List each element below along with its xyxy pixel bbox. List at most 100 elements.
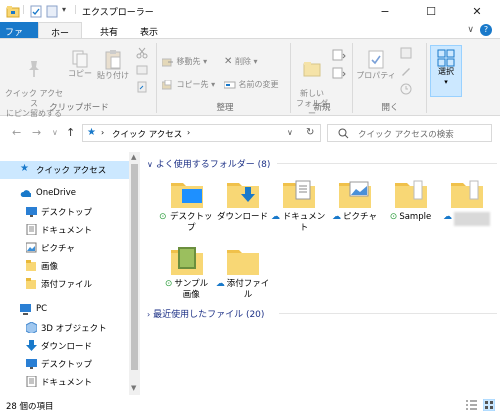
nav-item-pictures[interactable]: ピクチャ bbox=[0, 239, 129, 257]
nav-item-images[interactable]: 画像 bbox=[0, 257, 129, 275]
recent-files-title: 最近使用したファイル (20) bbox=[153, 310, 265, 320]
edit-icon[interactable] bbox=[400, 65, 412, 77]
nav-item-attachments[interactable]: 添付ファイル bbox=[0, 275, 129, 293]
nav-item-onedrive[interactable]: OneDrive bbox=[0, 185, 129, 203]
history-icon[interactable] bbox=[400, 83, 412, 95]
maximize-button[interactable]: ☐ bbox=[408, 0, 454, 22]
address-bar[interactable]: ★ › クイック アクセス › ∨ ↻ bbox=[82, 124, 321, 142]
refresh-icon[interactable]: ↻ bbox=[306, 127, 314, 138]
new-folder-icon bbox=[303, 62, 321, 77]
scroll-up-icon[interactable]: ▲ bbox=[131, 153, 136, 161]
new-item-icon[interactable] bbox=[332, 49, 346, 61]
nav-item-pc[interactable]: PC bbox=[0, 301, 129, 319]
copy-button[interactable]: コピー bbox=[66, 49, 94, 79]
properties-button[interactable]: プロパティ bbox=[356, 49, 396, 81]
properties-check-icon[interactable] bbox=[30, 5, 42, 18]
nav-item-label: PC bbox=[36, 304, 48, 314]
rename-button[interactable]: 名前の変更 bbox=[223, 79, 279, 90]
paste-shortcut-icon[interactable] bbox=[136, 81, 148, 93]
paste-button[interactable]: 貼り付け bbox=[96, 49, 130, 81]
back-arrow-icon[interactable]: ← bbox=[12, 126, 21, 139]
folder-tile-desktop[interactable]: ⊙ デスクトップ bbox=[159, 177, 214, 234]
scrollbar-thumb[interactable] bbox=[131, 164, 138, 370]
minimize-button[interactable]: − bbox=[362, 0, 408, 22]
copy-to-button[interactable]: コピー先 ▾ bbox=[161, 79, 215, 90]
group-separator bbox=[426, 43, 427, 113]
ribbon-collapse-icon[interactable]: ∨ bbox=[467, 25, 474, 35]
status-bar: 28 個の項目 bbox=[0, 395, 500, 415]
details-view-icon[interactable] bbox=[466, 400, 477, 410]
expand-chevron-icon: › bbox=[147, 310, 151, 319]
frequent-folders-title: よく使用するフォルダー (8) bbox=[155, 160, 271, 170]
scroll-down-icon[interactable]: ▼ bbox=[131, 384, 136, 392]
ribbon-tabs: ファイル ホーム 共有 表示 ∨ ? bbox=[0, 22, 500, 52]
group-separator bbox=[290, 43, 291, 113]
breadcrumb-quick-access[interactable]: クイック アクセス bbox=[112, 128, 182, 140]
nav-item-3d-objects[interactable]: 3D オブジェクト bbox=[0, 319, 129, 337]
nav-item-label: 添付ファイル bbox=[41, 280, 93, 290]
path-separator: › bbox=[187, 128, 191, 137]
cloud-status-icon: ☁ bbox=[215, 279, 225, 289]
new-folder-quick-icon[interactable] bbox=[46, 5, 58, 18]
move-to-button[interactable]: 移動先 ▾ bbox=[161, 56, 207, 67]
close-button[interactable]: ✕ bbox=[454, 0, 500, 22]
separator: | bbox=[74, 5, 78, 15]
folder-icon bbox=[26, 260, 36, 271]
nav-item-pc-desktop[interactable]: デスクトップ bbox=[0, 355, 129, 373]
blurred-folder-name bbox=[454, 212, 490, 226]
cloud-status-icon: ☁ bbox=[332, 212, 342, 222]
help-icon[interactable]: ? bbox=[480, 24, 492, 36]
copy-to-icon bbox=[161, 79, 172, 89]
download-icon bbox=[26, 340, 37, 351]
folder-icon bbox=[26, 278, 36, 289]
folder-tile-pictures[interactable]: ☁ ピクチャ bbox=[327, 177, 382, 223]
tab-share[interactable]: 共有 bbox=[92, 22, 126, 39]
tab-home[interactable]: ホーム bbox=[38, 22, 82, 52]
delete-icon: ✕ bbox=[224, 56, 233, 67]
folder-tile-blurred[interactable]: ☁ bbox=[439, 177, 494, 226]
address-dropdown-icon[interactable]: ∨ bbox=[287, 128, 293, 137]
recent-locations-icon[interactable]: ∨ bbox=[52, 128, 58, 137]
delete-label: 削除 ▾ bbox=[234, 57, 258, 66]
select-label: 選択 bbox=[438, 67, 454, 76]
nav-item-documents[interactable]: ドキュメント bbox=[0, 221, 129, 239]
large-icons-view-icon[interactable] bbox=[483, 399, 495, 411]
customize-quick-access-icon[interactable]: ▾ bbox=[62, 5, 66, 14]
folder-name: 添付ファイ ル bbox=[226, 279, 270, 300]
navigation-pane: ★ クイック アクセス OneDrive デスクトップ ドキュメント ピクチャ … bbox=[0, 152, 140, 395]
nav-item-downloads[interactable]: ダウンロード bbox=[0, 337, 129, 355]
delete-button[interactable]: ✕ 削除 ▾ bbox=[224, 56, 258, 67]
star-icon: ★ bbox=[20, 163, 29, 174]
nav-pane-scrollbar[interactable]: ▲ ▼ bbox=[129, 152, 140, 395]
copy-path-icon[interactable] bbox=[136, 64, 148, 76]
paste-icon bbox=[105, 50, 121, 70]
tab-file[interactable]: ファイル bbox=[0, 22, 38, 51]
folder-tile-downloads[interactable]: ダウンロード bbox=[215, 177, 270, 223]
path-separator: › bbox=[101, 128, 105, 137]
easy-access-icon[interactable] bbox=[332, 67, 346, 79]
select-button[interactable]: 選択 ▾ bbox=[430, 45, 462, 97]
nav-item-desktop[interactable]: デスクトップ bbox=[0, 203, 129, 221]
tab-view[interactable]: 表示 bbox=[132, 22, 166, 39]
folder-tile-documents[interactable]: ☁ ドキュメント bbox=[271, 177, 326, 234]
nav-item-quick-access[interactable]: ★ クイック アクセス bbox=[0, 161, 129, 179]
pc-icon bbox=[20, 304, 31, 315]
folder-tile-sample-images[interactable]: ⊙ サンプル 画像 bbox=[159, 244, 214, 301]
copy-label: コピー bbox=[68, 69, 92, 78]
search-box[interactable]: クイック アクセスの検索 bbox=[327, 124, 492, 142]
forward-arrow-icon[interactable]: → bbox=[32, 126, 41, 139]
select-dropdown-icon: ▾ bbox=[444, 78, 448, 86]
folder-tile-attachments[interactable]: ☁ 添付ファイ ル bbox=[215, 244, 270, 301]
recent-files-header[interactable]: › 最近使用したファイル (20) bbox=[147, 307, 497, 320]
folder-tile-sample[interactable]: ⊙ Sample bbox=[383, 177, 438, 223]
synced-check-icon: ⊙ bbox=[164, 279, 173, 289]
open-icon[interactable] bbox=[400, 47, 412, 59]
cut-icon[interactable] bbox=[136, 47, 148, 59]
group-separator bbox=[156, 43, 157, 113]
properties-label: プロパティ bbox=[356, 71, 396, 80]
properties-icon bbox=[368, 50, 384, 69]
frequent-folders-header[interactable]: ∨ よく使用するフォルダー (8) bbox=[147, 157, 497, 170]
nav-item-pc-documents[interactable]: ドキュメント bbox=[0, 373, 129, 391]
up-arrow-icon[interactable]: ↑ bbox=[66, 126, 75, 139]
synced-check-icon: ⊙ bbox=[389, 212, 398, 222]
